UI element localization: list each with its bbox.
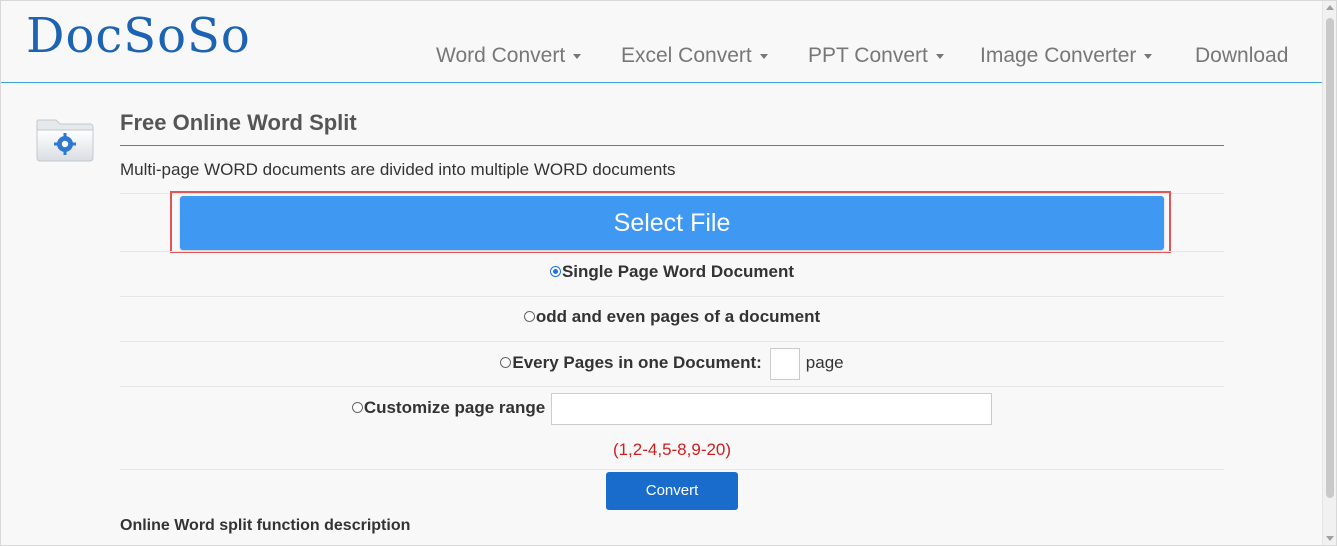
option-custom-range-label: Customize page range bbox=[363, 398, 546, 417]
title-divider bbox=[120, 145, 1224, 146]
option-single-page[interactable]: Single Page Word Document bbox=[120, 260, 1224, 284]
nav-image-converter[interactable]: Image Converter bbox=[980, 42, 1153, 70]
caret-down-icon bbox=[1144, 53, 1153, 59]
page-title: Free Online Word Split bbox=[120, 110, 357, 135]
option-every-pages[interactable]: Every Pages in one Document: page bbox=[120, 346, 1224, 380]
scroll-down-arrow-icon[interactable] bbox=[1326, 536, 1334, 541]
scrollbar-thumb[interactable] bbox=[1326, 18, 1334, 498]
caret-down-icon bbox=[935, 53, 944, 59]
site-header: DocSoSo Word Convert Excel Convert PPT C… bbox=[0, 0, 1322, 83]
option-odd-even[interactable]: odd and even pages of a document bbox=[120, 305, 1224, 329]
page-unit-label: page bbox=[805, 353, 844, 372]
radio-every-pages[interactable] bbox=[500, 357, 512, 368]
radio-custom-range[interactable] bbox=[351, 402, 363, 413]
row-divider bbox=[120, 251, 1224, 252]
row-divider bbox=[120, 296, 1224, 297]
vertical-scrollbar[interactable] bbox=[1322, 0, 1337, 546]
page-subtitle: Multi-page WORD documents are divided in… bbox=[120, 160, 676, 179]
nav-ppt-convert[interactable]: PPT Convert bbox=[808, 42, 944, 70]
radio-single-page[interactable] bbox=[549, 266, 561, 277]
folder-gear-icon bbox=[36, 119, 94, 162]
scroll-up-arrow-icon[interactable] bbox=[1326, 5, 1334, 10]
nav-excel-convert[interactable]: Excel Convert bbox=[621, 42, 768, 70]
row-divider bbox=[120, 341, 1224, 342]
pages-per-document-input[interactable] bbox=[769, 347, 800, 380]
nav-excel-convert-label: Excel Convert bbox=[621, 44, 752, 67]
option-every-pages-label: Every Pages in one Document: bbox=[512, 353, 762, 372]
row-divider bbox=[120, 386, 1224, 387]
range-format-hint: (1,2-4,5-8,9-20) bbox=[612, 440, 732, 459]
nav-image-converter-label: Image Converter bbox=[980, 44, 1137, 67]
convert-button[interactable]: Convert bbox=[606, 472, 738, 510]
caret-down-icon bbox=[573, 53, 582, 59]
option-custom-range[interactable]: Customize page range bbox=[120, 391, 1224, 425]
description-heading: Online Word split function description bbox=[120, 517, 411, 534]
select-file-button[interactable]: Select File bbox=[180, 196, 1164, 250]
radio-odd-even[interactable] bbox=[523, 311, 535, 322]
docsoso-logo[interactable]: DocSoSo bbox=[26, 6, 251, 66]
nav-download-label: Download bbox=[1195, 44, 1289, 67]
page-range-input[interactable] bbox=[551, 392, 993, 425]
nav-word-convert[interactable]: Word Convert bbox=[436, 42, 582, 70]
nav-download[interactable]: Download bbox=[1195, 42, 1288, 70]
caret-down-icon bbox=[759, 53, 768, 59]
nav-word-convert-label: Word Convert bbox=[436, 44, 566, 67]
nav-ppt-convert-label: PPT Convert bbox=[808, 44, 928, 67]
option-odd-even-label: odd and even pages of a document bbox=[535, 307, 821, 326]
row-divider bbox=[120, 469, 1224, 470]
option-single-page-label: Single Page Word Document bbox=[561, 262, 795, 281]
